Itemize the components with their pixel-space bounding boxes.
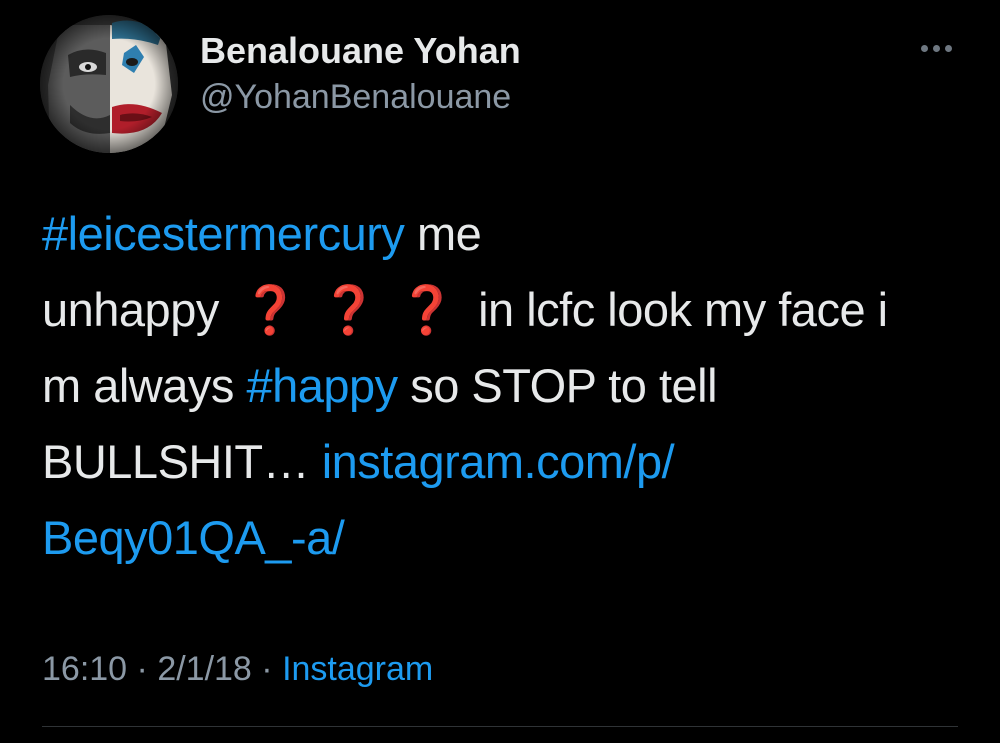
tweet-text: #leicestermercury me unhappy ❓ ❓ ❓ in lcfc… <box>42 196 972 576</box>
tweet-text-segment: BULLSHIT… <box>42 435 322 488</box>
red-question-mark-emoji: ❓ <box>241 283 300 336</box>
tweet-text-segment: in lcfc look my face i <box>478 283 888 336</box>
tweet-date[interactable]: 2/1/18 <box>157 650 252 688</box>
tweet-line: unhappy ❓ ❓ ❓ in lcfc look my face i <box>42 272 972 348</box>
joker-face-avatar-image <box>40 15 178 153</box>
more-dot <box>933 45 940 52</box>
tweet-source-link[interactable]: Instagram <box>282 650 433 688</box>
more-dot <box>921 45 928 52</box>
tweet-line: m always #happy so STOP to tell <box>42 348 972 424</box>
divider <box>42 726 958 727</box>
more-dot <box>945 45 952 52</box>
tweet-text-segment: m always <box>42 359 247 412</box>
tweet-line: #leicestermercury me <box>42 196 972 272</box>
tweet: Benalouane Yohan @YohanBenalouane #leice… <box>0 0 1000 743</box>
tweet-line: Beqy01QA_-a/ <box>42 500 972 576</box>
tweet-text-segment: so STOP to tell <box>397 359 718 412</box>
red-question-mark-emoji: ❓ <box>397 283 456 336</box>
hashtag-link[interactable]: #happy <box>246 359 398 412</box>
red-question-mark-emoji: ❓ <box>319 283 378 336</box>
meta-separator: · <box>127 650 158 688</box>
tweet-meta: 16:10 · 2/1/18 · Instagram <box>42 650 433 689</box>
url-link[interactable]: instagram.com/p/ <box>322 435 675 488</box>
tweet-line: BULLSHIT… instagram.com/p/ <box>42 424 972 500</box>
tweet-text-segment: unhappy <box>42 283 219 336</box>
meta-separator: · <box>251 650 283 688</box>
author-name[interactable]: Benalouane Yohan <box>200 30 521 72</box>
tweet-time[interactable]: 16:10 <box>42 650 127 688</box>
url-link[interactable]: Beqy01QA_-a/ <box>42 511 345 564</box>
tweet-text-segment: me <box>404 207 482 260</box>
author-handle[interactable]: @YohanBenalouane <box>200 78 511 117</box>
avatar[interactable] <box>40 15 178 153</box>
hashtag-link[interactable]: #leicestermercury <box>42 207 405 260</box>
more-horizontal-icon[interactable] <box>912 34 960 62</box>
